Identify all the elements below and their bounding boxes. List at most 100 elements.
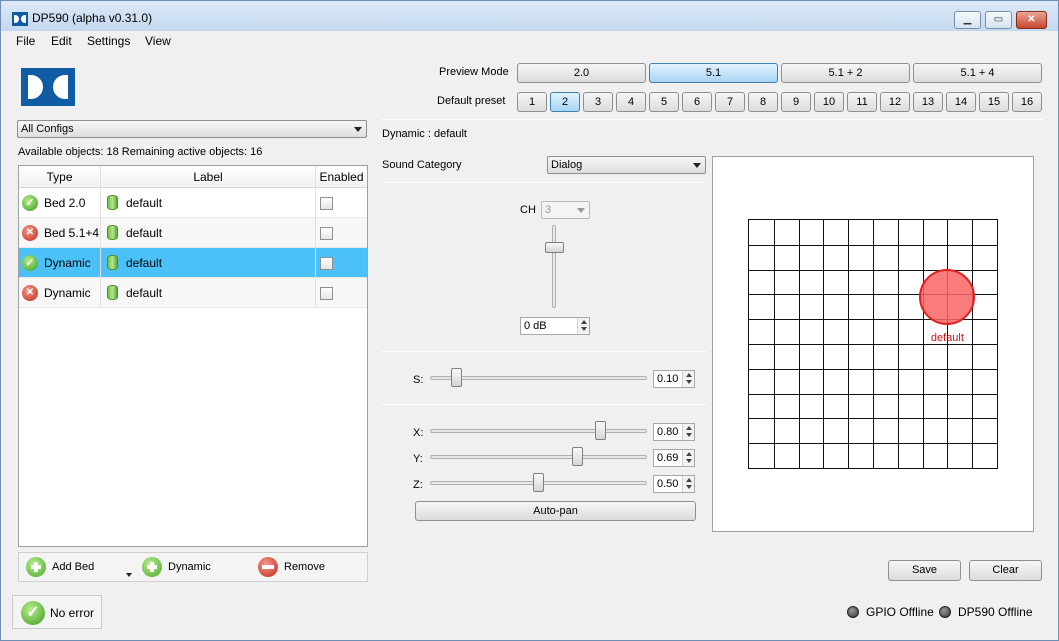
enabled-cell <box>316 248 367 278</box>
preset-button[interactable]: 12 <box>880 92 910 112</box>
preview-mode-button[interactable]: 5.1 <box>649 63 778 83</box>
menu-view[interactable]: View <box>145 34 171 48</box>
preset-button[interactable]: 5 <box>649 92 679 112</box>
x-spinbox[interactable]: 0.80 <box>653 423 695 441</box>
add-icon[interactable] <box>26 557 46 577</box>
sound-category-select[interactable]: Dialog <box>547 156 706 174</box>
z-value: 0.50 <box>657 478 679 490</box>
table-row[interactable]: ✕ Dynamic default <box>19 278 367 308</box>
type-text: Dynamic <box>44 256 91 270</box>
preset-button[interactable]: 4 <box>616 92 646 112</box>
spin-arrows-icon[interactable] <box>682 371 694 387</box>
preset-button[interactable]: 15 <box>979 92 1009 112</box>
menu-settings[interactable]: Settings <box>87 34 130 48</box>
spin-arrows-icon[interactable] <box>577 318 589 334</box>
table-row[interactable]: ✕ Bed 5.1+4 default <box>19 218 367 248</box>
grid-line <box>972 220 974 468</box>
check-icon: ✓ <box>21 601 45 625</box>
enabled-checkbox[interactable] <box>320 287 333 300</box>
position-grid[interactable]: default <box>748 219 998 469</box>
table-header: Type Label Enabled <box>19 166 367 188</box>
type-text: Bed 5.1+4 <box>44 226 100 240</box>
gain-slider-thumb[interactable] <box>545 241 564 253</box>
label-cell: default <box>101 188 316 218</box>
gain-slider-track[interactable] <box>552 225 556 308</box>
default-preset-label: Default preset <box>437 95 506 107</box>
divider <box>382 119 1044 120</box>
enabled-checkbox[interactable] <box>320 227 333 240</box>
preset-button[interactable]: 14 <box>946 92 976 112</box>
preset-button[interactable]: 13 <box>913 92 943 112</box>
dynamic-button[interactable]: Dynamic <box>168 561 211 573</box>
column-enabled[interactable]: Enabled <box>316 166 367 188</box>
maximize-icon[interactable]: ▭ <box>985 11 1012 29</box>
grid-line <box>749 393 997 395</box>
remove-icon[interactable] <box>258 557 278 577</box>
gain-spinbox[interactable]: 0 dB <box>520 317 590 335</box>
z-slider-thumb[interactable] <box>533 473 544 492</box>
preset-button[interactable]: 3 <box>583 92 613 112</box>
object-title: Dynamic : default <box>382 128 467 140</box>
type-cell: ✓ Bed 2.0 <box>19 188 101 218</box>
preset-button[interactable]: 7 <box>715 92 745 112</box>
spin-arrows-icon[interactable] <box>682 450 694 466</box>
spin-arrows-icon[interactable] <box>682 424 694 440</box>
preset-button[interactable]: 10 <box>814 92 844 112</box>
app-logo-icon <box>12 12 28 26</box>
preset-button[interactable]: 6 <box>682 92 712 112</box>
close-icon[interactable]: ✕ <box>1016 11 1047 29</box>
channel-select[interactable]: 3 <box>541 201 590 219</box>
preset-button[interactable]: 1 <box>517 92 547 112</box>
z-spinbox[interactable]: 0.50 <box>653 475 695 493</box>
table-row[interactable]: ✓ Dynamic default <box>19 248 367 278</box>
column-type[interactable]: Type <box>19 166 101 188</box>
s-slider-thumb[interactable] <box>450 368 462 387</box>
type-text: Dynamic <box>44 286 91 300</box>
preset-button[interactable]: 8 <box>748 92 778 112</box>
enabled-checkbox[interactable] <box>320 257 333 270</box>
grid-line <box>947 220 949 468</box>
clear-button[interactable]: Clear <box>969 560 1042 581</box>
menu-file[interactable]: File <box>16 34 35 48</box>
chevron-down-icon[interactable] <box>126 573 132 577</box>
preview-mode-button[interactable]: 5.1 + 2 <box>781 63 910 83</box>
table-row[interactable]: ✓ Bed 2.0 default <box>19 188 367 218</box>
preview-mode-label: Preview Mode <box>439 66 509 78</box>
preset-button[interactable]: 11 <box>847 92 877 112</box>
minimize-icon[interactable]: ▁ <box>954 11 981 29</box>
audio-object-marker[interactable] <box>919 268 976 325</box>
enabled-checkbox[interactable] <box>320 197 333 210</box>
type-text: Bed 2.0 <box>44 196 86 210</box>
config-select[interactable]: All Configs <box>17 120 367 138</box>
status-text: No error <box>50 606 95 620</box>
x-slider-thumb[interactable] <box>594 421 606 440</box>
position-canvas[interactable]: default <box>712 156 1034 532</box>
app-window: DP590 (alpha v0.31.0) ▁ ▭ ✕ File Edit Se… <box>0 0 1059 641</box>
s-value: 0.10 <box>657 373 679 385</box>
divider <box>382 404 706 405</box>
preset-button[interactable]: 9 <box>781 92 811 112</box>
ch-label: CH <box>520 204 536 216</box>
grid-line <box>922 220 924 468</box>
add-dynamic-icon[interactable] <box>142 557 162 577</box>
y-spinbox[interactable]: 0.69 <box>653 449 695 467</box>
remove-button[interactable]: Remove <box>284 561 325 573</box>
s-spinbox[interactable]: 0.10 <box>653 370 695 388</box>
save-button[interactable]: Save <box>888 560 961 581</box>
preview-mode-button[interactable]: 2.0 <box>517 63 646 83</box>
database-icon <box>107 225 118 240</box>
z-label: Z: <box>413 479 423 491</box>
menu-edit[interactable]: Edit <box>51 34 72 48</box>
preset-button[interactable]: 2 <box>550 92 580 112</box>
add-bed-button[interactable]: Add Bed <box>52 561 94 573</box>
s-slider-track[interactable] <box>430 376 647 380</box>
y-slider-track[interactable] <box>430 455 647 459</box>
column-label[interactable]: Label <box>101 166 316 188</box>
check-icon: ✓ <box>22 255 38 271</box>
y-slider-thumb[interactable] <box>572 447 584 466</box>
auto-pan-button[interactable]: Auto-pan <box>415 501 696 521</box>
spin-arrows-icon[interactable] <box>682 476 694 492</box>
preview-mode-button[interactable]: 5.1 + 4 <box>913 63 1042 83</box>
x-slider-track[interactable] <box>430 429 647 433</box>
preset-button[interactable]: 16 <box>1012 92 1042 112</box>
